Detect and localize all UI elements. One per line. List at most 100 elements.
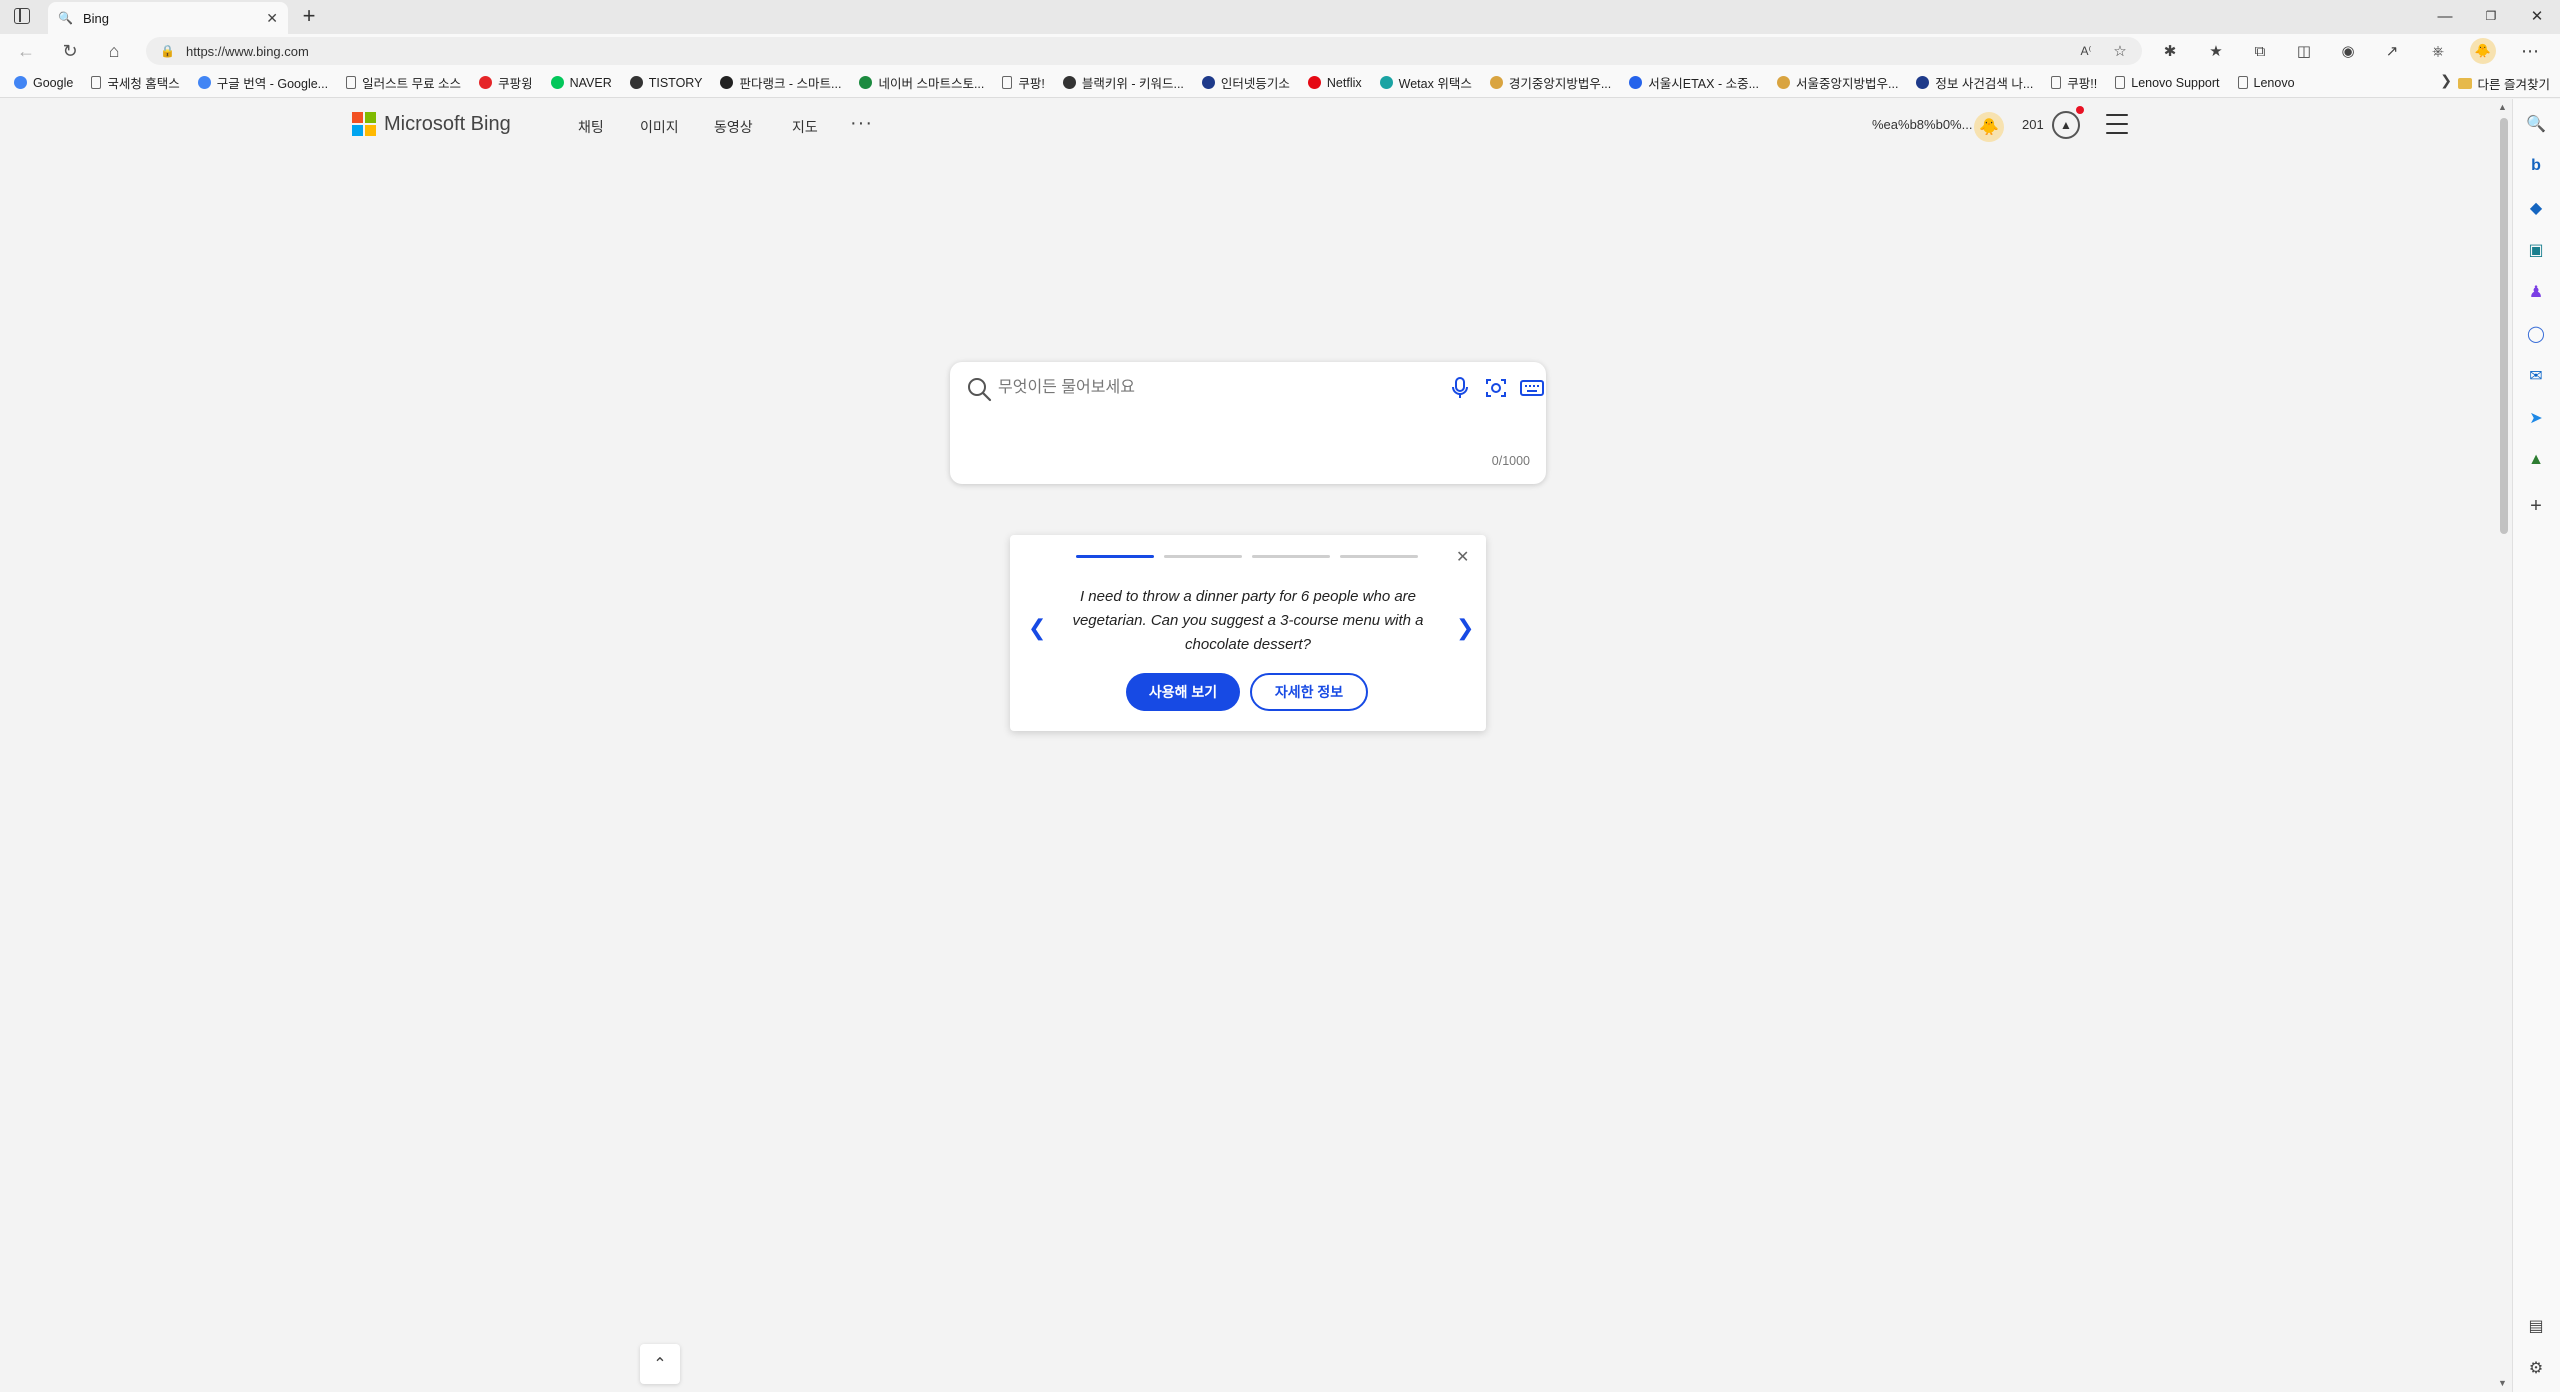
menu-hamburger-icon[interactable] [2106, 114, 2128, 134]
close-window-button[interactable]: ✕ [2514, 0, 2560, 32]
bookmark-item[interactable]: Lenovo Support [2115, 76, 2220, 90]
favorites-icon[interactable]: ★ [2202, 38, 2230, 64]
bing-logo[interactable]: Microsoft Bing [352, 112, 511, 136]
tab-actions-icon[interactable] [14, 8, 30, 24]
favorites-bar: Google 국세청 홈택스 구글 번역 - Google... 일러스트 무료 소스… [0, 68, 2560, 98]
court-seal-icon [1777, 76, 1790, 89]
bookmark-item[interactable]: 서울시ETAX - 소중... [1629, 73, 1759, 92]
bookmark-item[interactable]: NAVER [550, 76, 612, 90]
bookmark-item[interactable]: Wetax 위택스 [1379, 73, 1472, 92]
back-button[interactable]: ← [12, 38, 40, 64]
collections-icon[interactable]: ⧉ [2246, 38, 2274, 64]
browser-essentials-icon[interactable]: ◉ [2334, 38, 2362, 64]
bookmark-label: 쿠팡!! [2067, 77, 2098, 91]
nav-images[interactable]: 이미지 [640, 117, 679, 137]
favorites-overflow-chevron-icon[interactable]: ❯ [2440, 72, 2452, 89]
refresh-button[interactable]: ↻ [56, 38, 84, 64]
nav-chat[interactable]: 채팅 [578, 117, 604, 137]
sidebar-add-icon[interactable]: + [2522, 492, 2550, 520]
bookmark-item[interactable]: Google [14, 76, 73, 90]
sidebar-shopping-icon[interactable]: ◆ [2522, 194, 2550, 222]
share-icon[interactable]: ↗ [2378, 38, 2406, 64]
bookmark-label: 판다랭크 - 스마트... [739, 77, 842, 91]
split-screen-icon[interactable]: ◫ [2290, 38, 2318, 64]
sidebar-drop-icon[interactable]: ➤ [2522, 404, 2550, 432]
keyboard-icon[interactable] [1518, 374, 1546, 402]
search-input[interactable] [998, 372, 1438, 404]
sidebar-copilot-icon[interactable]: b [2522, 152, 2550, 180]
copilot-icon[interactable]: ⎈ [2424, 38, 2452, 64]
search-box[interactable]: 0/1000 [950, 362, 1546, 484]
bookmark-item[interactable]: TISTORY [629, 75, 703, 90]
extensions-icon[interactable]: ✱ [2156, 38, 2184, 64]
bookmark-item[interactable]: 쿠팡! [1002, 73, 1045, 92]
scroll-down-arrow-icon[interactable]: ▼ [2498, 1378, 2507, 1388]
bookmark-item[interactable]: 구글 번역 - Google... [197, 73, 328, 92]
scroll-up-chevron-icon[interactable]: ⌃ [640, 1344, 680, 1384]
sidebar-tools-icon[interactable]: ▣ [2522, 236, 2550, 264]
close-icon[interactable]: ✕ [1456, 547, 1469, 567]
sidebar-office-icon[interactable]: ◯ [2522, 320, 2550, 348]
restore-button[interactable]: ❐ [2468, 0, 2514, 32]
lock-icon[interactable]: 🔒 [160, 44, 175, 58]
bookmark-item[interactable]: Lenovo [2237, 76, 2295, 90]
bookmark-item[interactable]: 정보 사건검색 나... [1916, 73, 2033, 92]
address-bar[interactable]: 🔒 https://www.bing.com [146, 37, 2142, 65]
scroll-up-arrow-icon[interactable]: ▲ [2498, 102, 2507, 112]
bookmark-item[interactable]: 블랙키위 - 키워드... [1062, 73, 1184, 92]
progress-step-2[interactable] [1164, 555, 1242, 558]
microphone-icon[interactable] [1446, 374, 1474, 402]
bookmark-item[interactable]: 쿠팡!! [2051, 73, 2097, 92]
bookmark-label: 서울중앙지방법우... [1796, 77, 1899, 91]
chevron-left-icon[interactable]: ❮ [1028, 615, 1046, 641]
learn-more-button[interactable]: 자세한 정보 [1250, 673, 1368, 711]
sidebar-settings-icon[interactable]: ⚙ [2522, 1354, 2550, 1382]
chevron-right-icon[interactable]: ❯ [1456, 615, 1474, 641]
bookmark-item[interactable]: 국세청 홈택스 [91, 73, 180, 92]
minimize-button[interactable]: — [2422, 0, 2468, 32]
char-counter: 0/1000 [1491, 454, 1530, 468]
bookmark-item[interactable]: 서울중앙지방법우... [1777, 73, 1898, 92]
close-tab-icon[interactable]: ✕ [266, 10, 278, 27]
sidebar-games-icon[interactable]: ♟ [2522, 278, 2550, 306]
new-tab-button[interactable]: + [296, 4, 322, 30]
bookmark-label: 서울시ETAX - 소중... [1648, 77, 1759, 91]
visual-search-icon[interactable] [1482, 374, 1510, 402]
add-favorite-icon[interactable]: ☆ [2106, 38, 2134, 64]
user-name[interactable]: %ea%b8%b0%... [1872, 117, 1972, 132]
home-button[interactable]: ⌂ [100, 38, 128, 64]
bookmark-label: TISTORY [648, 75, 703, 90]
court-icon [1916, 76, 1930, 89]
sidebar-outlook-icon[interactable]: ✉ [2522, 362, 2550, 390]
progress-step-3[interactable] [1252, 555, 1330, 558]
try-it-button[interactable]: 사용해 보기 [1126, 673, 1240, 711]
nav-maps[interactable]: 지도 [792, 117, 818, 137]
settings-more-icon[interactable]: ⋯ [2516, 38, 2544, 64]
nav-more-button[interactable]: ··· [850, 112, 873, 135]
sidebar-search-icon[interactable]: 🔍 [2522, 110, 2550, 138]
page-icon [2237, 76, 2248, 89]
sidebar-tree-icon[interactable]: ▲ [2522, 446, 2550, 474]
rewards-points[interactable]: 201 [2022, 117, 2044, 132]
bookmark-item[interactable]: 일러스트 무료 소스 [346, 73, 461, 92]
etax-icon [1629, 76, 1643, 89]
bookmark-item[interactable]: 네이버 스마트스토... [859, 73, 984, 92]
bookmark-item[interactable]: Netflix [1307, 76, 1362, 90]
nav-videos[interactable]: 동영상 [714, 117, 753, 137]
suggestion-card: ✕ ❮ ❯ I need to throw a dinner party for… [1010, 535, 1486, 731]
progress-step-4[interactable] [1340, 555, 1418, 558]
scrollbar-thumb[interactable] [2500, 118, 2508, 534]
profile-avatar[interactable]: 🐥 [2470, 38, 2496, 64]
progress-step-1[interactable] [1076, 555, 1154, 558]
bookmark-item[interactable]: 인터넷등기소 [1201, 73, 1290, 92]
user-avatar[interactable]: 🐥 [1974, 112, 2004, 142]
bookmark-label: Google [33, 75, 74, 90]
sidebar-hide-icon[interactable]: ▤ [2522, 1312, 2550, 1340]
other-favorites-folder[interactable]: 다른 즐겨찾기 [2457, 74, 2550, 93]
read-aloud-icon[interactable]: A⁽ [2072, 38, 2100, 64]
bookmark-item[interactable]: 판다랭크 - 스마트... [720, 73, 841, 92]
tab-bing[interactable]: 🔍 Bing ✕ [48, 2, 288, 34]
bookmark-item[interactable]: 경기중앙지방법우... [1489, 73, 1611, 92]
rewards-medal-icon[interactable]: ▲ [2052, 111, 2080, 139]
bookmark-item[interactable]: 쿠팡윙 [479, 73, 533, 92]
